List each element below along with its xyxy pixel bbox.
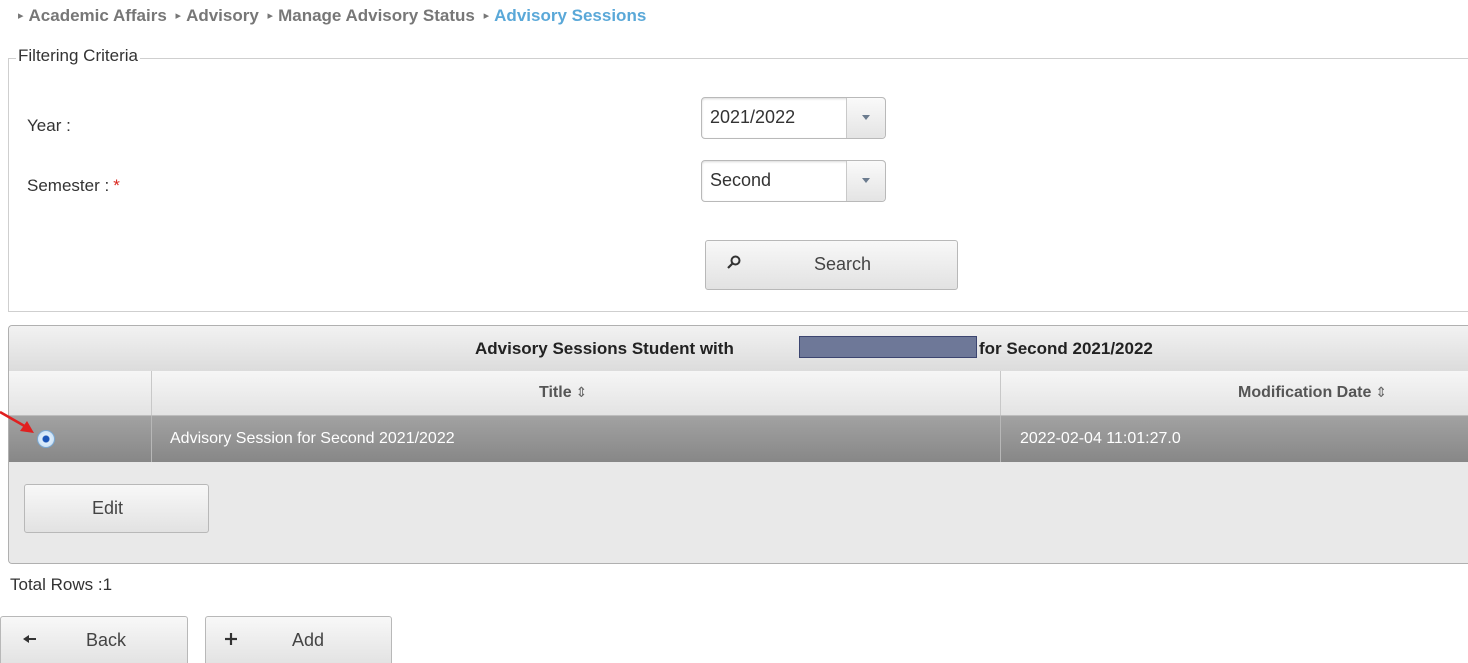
redacted-student-name bbox=[799, 336, 977, 358]
arrow-left-icon bbox=[23, 630, 37, 651]
semester-select[interactable]: Second bbox=[701, 160, 886, 202]
add-button-label: Add bbox=[292, 630, 325, 650]
year-select[interactable]: 2021/2022 bbox=[701, 97, 886, 139]
year-label: Year : bbox=[27, 116, 71, 135]
filtering-criteria-legend: Filtering Criteria bbox=[16, 46, 140, 66]
column-divider bbox=[151, 416, 152, 462]
search-button[interactable]: Search bbox=[705, 240, 958, 290]
add-button[interactable]: Add bbox=[205, 616, 392, 663]
total-rows-count: Total Rows :1 bbox=[10, 575, 113, 594]
annotation-arrow-icon bbox=[0, 410, 34, 433]
semester-label: Semester : * bbox=[27, 176, 120, 196]
semester-label-text: Semester : bbox=[27, 176, 110, 195]
table-row[interactable]: Advisory Session for Second 2021/2022 20… bbox=[9, 416, 1468, 462]
table-footer: Edit bbox=[9, 463, 1468, 563]
breadcrumb-academic-affairs[interactable]: Academic Affairs bbox=[29, 6, 167, 25]
column-header-modification-date-label: Modification Date bbox=[1238, 384, 1372, 401]
year-dropdown-button[interactable] bbox=[846, 98, 885, 138]
table-header: Title ⇕ Modification Date ⇕ bbox=[9, 371, 1468, 416]
table-caption: Advisory Sessions Student with for Secon… bbox=[9, 326, 1468, 372]
breadcrumb-advisory[interactable]: Advisory bbox=[186, 6, 259, 25]
sort-icon: ⇕ bbox=[575, 384, 588, 400]
chevron-down-icon bbox=[862, 115, 870, 120]
breadcrumb: ▸ Academic Affairs ▸ Advisory ▸ Manage Advi… bbox=[18, 6, 650, 26]
breadcrumb-separator-icon: ▸ bbox=[483, 10, 490, 22]
row-modification-date-cell: 2022-02-04 11:01:27.0 bbox=[1020, 430, 1181, 447]
edit-button-label: Edit bbox=[92, 498, 124, 518]
semester-select-value: Second bbox=[710, 170, 772, 190]
breadcrumb-manage-advisory-status[interactable]: Manage Advisory Status bbox=[278, 6, 475, 25]
plus-icon bbox=[224, 630, 238, 651]
column-header-title[interactable]: Title ⇕ bbox=[539, 384, 587, 402]
advisory-sessions-table: Advisory Sessions Student with for Secon… bbox=[8, 325, 1468, 564]
required-marker: * bbox=[113, 176, 120, 195]
column-divider bbox=[1000, 416, 1001, 462]
search-icon bbox=[726, 254, 742, 275]
column-divider bbox=[151, 371, 152, 415]
column-header-title-label: Title bbox=[539, 384, 572, 401]
search-button-label: Search bbox=[814, 254, 872, 274]
year-select-value: 2021/2022 bbox=[710, 107, 796, 127]
column-header-modification-date[interactable]: Modification Date ⇕ bbox=[1238, 384, 1387, 402]
breadcrumb-separator-icon: ▸ bbox=[175, 10, 182, 22]
breadcrumb-separator-icon: ▸ bbox=[267, 10, 274, 22]
edit-button[interactable]: Edit bbox=[24, 484, 209, 533]
sort-icon: ⇕ bbox=[1375, 384, 1388, 400]
table-caption-suffix: for Second 2021/2022 bbox=[979, 339, 1153, 358]
back-button[interactable]: Back bbox=[0, 616, 188, 663]
back-button-label: Back bbox=[86, 630, 127, 650]
semester-dropdown-button[interactable] bbox=[846, 161, 885, 201]
breadcrumb-advisory-sessions: Advisory Sessions bbox=[494, 6, 647, 25]
breadcrumb-separator-icon: ▸ bbox=[18, 10, 24, 22]
row-title-cell: Advisory Session for Second 2021/2022 bbox=[170, 430, 455, 447]
column-divider bbox=[1000, 371, 1001, 415]
table-caption-prefix: Advisory Sessions Student with bbox=[475, 339, 734, 358]
chevron-down-icon bbox=[862, 178, 870, 183]
